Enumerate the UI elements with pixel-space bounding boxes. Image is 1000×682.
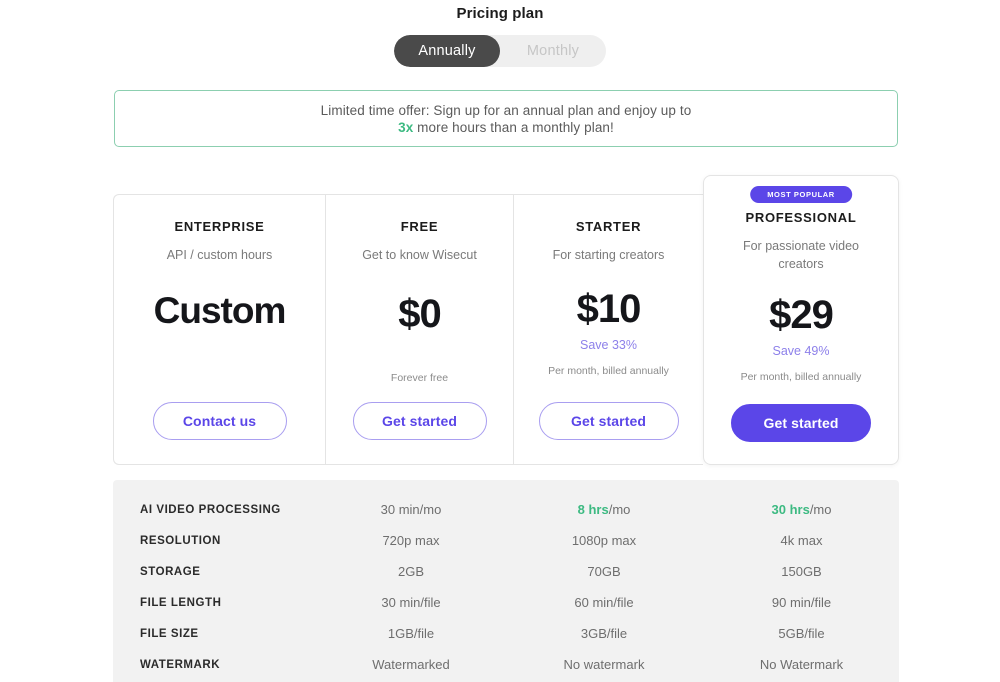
feature-value-free: 2GB — [397, 564, 424, 579]
feature-value-free: 720p max — [382, 533, 440, 548]
promo-line-2-rest: more hours than a monthly plan! — [413, 119, 614, 135]
get-started-button-free[interactable]: Get started — [352, 402, 487, 440]
table-row: WATERMARK Watermarked No watermark No Wa… — [113, 649, 899, 680]
feature-value-professional: No Watermark — [759, 657, 844, 672]
promo-line-1: Limited time offer: Sign up for an annua… — [320, 102, 692, 118]
feature-value-starter: 70GB — [587, 564, 621, 579]
page-title: Pricing plan — [456, 5, 544, 22]
table-row: AI VIDEO PROCESSING 30 min/mo 8 hrs/mo 3… — [113, 494, 899, 525]
feature-label: FILE SIZE — [140, 627, 199, 640]
toggle-option-monthly[interactable]: Monthly — [500, 35, 606, 67]
plan-note-free: Forever free — [390, 372, 449, 385]
feature-value-free: 30 min/mo — [380, 502, 442, 517]
plan-card-professional[interactable]: MOST POPULAR PROFESSIONAL For passionate… — [703, 175, 899, 465]
plan-save-professional: Save 49% — [772, 344, 830, 359]
feature-value-starter: 8 hrs/mo — [504, 502, 704, 517]
plan-note-starter: Per month, billed annually — [548, 365, 669, 378]
most-popular-badge: MOST POPULAR — [750, 186, 852, 203]
get-started-button-starter[interactable]: Get started — [538, 402, 679, 440]
plan-name-professional: PROFESSIONAL — [745, 210, 857, 225]
feature-label: FILE LENGTH — [140, 596, 222, 609]
feature-value-free: 1GB/file — [387, 626, 435, 641]
contact-us-button[interactable]: Contact us — [152, 402, 287, 440]
pricing-page: Pricing plan Annually Monthly Limited ti… — [0, 0, 1000, 682]
table-row: RESOLUTION 720p max 1080p max 4k max — [113, 525, 899, 556]
plan-price-starter: $10 — [576, 287, 642, 332]
feature-value-professional: 30 hrs/mo — [704, 502, 899, 517]
feature-value-free: 30 min/file — [381, 595, 441, 610]
feature-comparison-table: AI VIDEO PROCESSING 30 min/mo 8 hrs/mo 3… — [113, 480, 899, 682]
promo-accent-text: 3x — [398, 119, 414, 135]
plan-name-enterprise: ENTERPRISE — [174, 219, 265, 234]
plan-price-free: $0 — [398, 292, 441, 337]
plan-card-enterprise[interactable]: ENTERPRISE API / custom hours Custom Con… — [113, 194, 325, 465]
feature-value-starter: 3GB/file — [580, 626, 628, 641]
feature-value-professional: 5GB/file — [778, 626, 825, 641]
feature-value-starter: No watermark — [563, 657, 645, 672]
table-row: FILE LENGTH 30 min/file 60 min/file 90 m… — [113, 587, 899, 618]
plan-tagline-professional: For passionate video creators — [742, 239, 860, 272]
get-started-button-professional[interactable]: Get started — [731, 404, 871, 442]
feature-value-professional-highlight: 30 hrs — [771, 502, 810, 517]
limited-time-offer-banner: Limited time offer: Sign up for an annua… — [114, 90, 898, 147]
plan-tagline-free: Get to know Wisecut — [362, 248, 477, 262]
table-row: FILE SIZE 1GB/file 3GB/file 5GB/file — [113, 618, 899, 649]
feature-value-professional-rest: /mo — [809, 502, 832, 517]
feature-label: WATERMARK — [140, 658, 221, 671]
promo-line-2: 3x more hours than a monthly plan! — [398, 120, 614, 135]
plan-name-starter: STARTER — [575, 219, 642, 234]
feature-value-starter: 60 min/file — [574, 595, 634, 610]
feature-value-starter-highlight: 8 hrs — [577, 502, 609, 517]
feature-value-starter-rest: /mo — [608, 502, 631, 517]
table-row: STORAGE 2GB 70GB 150GB — [113, 556, 899, 587]
feature-label: RESOLUTION — [140, 534, 221, 547]
feature-value-professional: 150GB — [781, 564, 822, 579]
plan-card-free[interactable]: FREE Get to know Wisecut $0 Forever free… — [325, 194, 513, 465]
plan-cards: ENTERPRISE API / custom hours Custom Con… — [113, 175, 899, 465]
plan-name-free: FREE — [400, 219, 439, 234]
plan-save-starter: Save 33% — [580, 338, 637, 353]
plan-price-professional: $29 — [769, 293, 834, 338]
feature-value-professional: 4k max — [780, 533, 823, 548]
feature-value-starter: 1080p max — [571, 533, 637, 548]
feature-label: AI VIDEO PROCESSING — [140, 503, 281, 516]
toggle-option-annually[interactable]: Annually — [394, 35, 500, 67]
feature-value-free: Watermarked — [372, 657, 450, 672]
plan-note-professional: Per month, billed annually — [740, 371, 862, 384]
plan-price-enterprise: Custom — [153, 290, 287, 332]
plan-tagline-enterprise: API / custom hours — [166, 248, 273, 262]
feature-label: STORAGE — [140, 565, 201, 578]
plan-tagline-starter: For starting creators — [552, 248, 665, 262]
feature-value-professional: 90 min/file — [771, 595, 832, 610]
plan-card-starter[interactable]: STARTER For starting creators $10 Save 3… — [513, 194, 703, 465]
billing-period-toggle[interactable]: Annually Monthly — [394, 35, 606, 67]
